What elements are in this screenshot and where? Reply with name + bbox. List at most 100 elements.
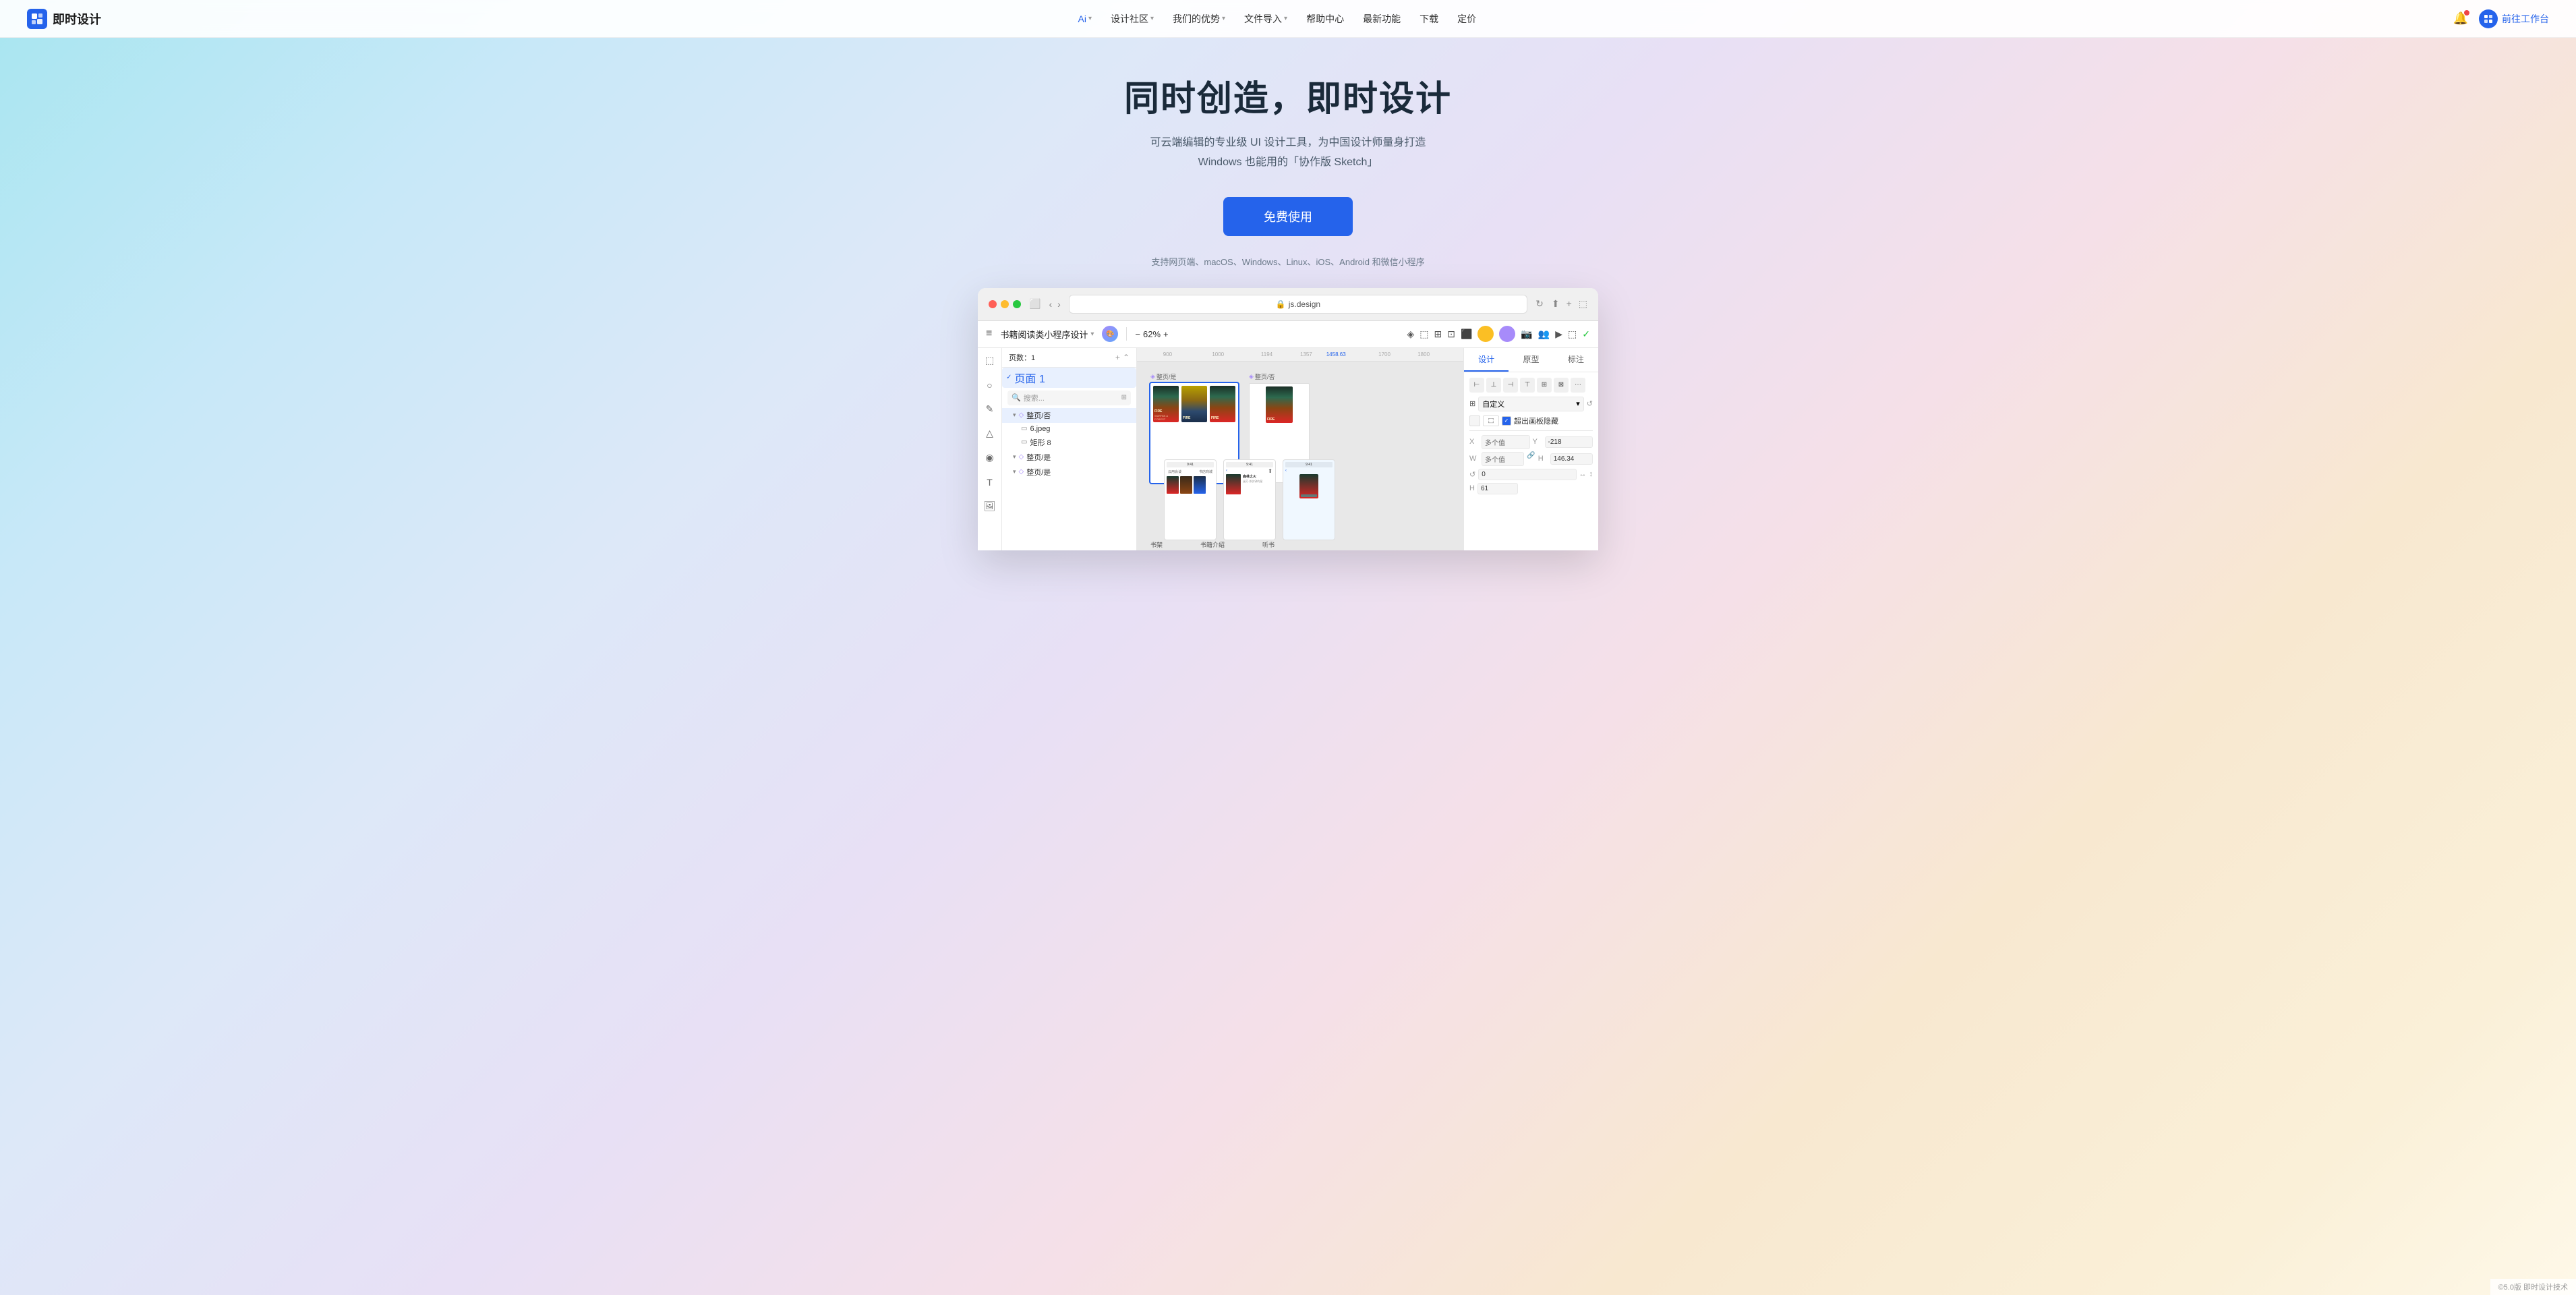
y-label: Y bbox=[1533, 438, 1544, 446]
check-circle-icon: ✓ bbox=[1582, 328, 1590, 340]
grid-icon[interactable]: ⊡ bbox=[1447, 328, 1455, 340]
collapse-icon[interactable]: ⌃ bbox=[1123, 353, 1130, 362]
layers-header-icons: + ⌃ bbox=[1115, 353, 1130, 362]
frame-bottom-labels: 书架 书籍介绍 听书 bbox=[1150, 540, 1275, 550]
align-bottom-btn[interactable]: ⊠ bbox=[1554, 378, 1569, 393]
share-icon[interactable]: ⬆ bbox=[1552, 298, 1560, 310]
nav-link-pricing[interactable]: 定价 bbox=[1457, 12, 1476, 26]
nav-link-help[interactable]: 帮助中心 bbox=[1306, 12, 1344, 26]
book-detail: 森林之火 迷茫·拟仿钟的星 bbox=[1226, 474, 1273, 494]
sidebar-circle-icon[interactable]: ○ bbox=[983, 378, 997, 393]
y-input[interactable]: -218 bbox=[1545, 436, 1593, 448]
user-avatar-1 bbox=[1477, 326, 1494, 342]
book-cover-frame2: FIRE bbox=[1266, 386, 1293, 423]
h2-input[interactable]: 61 bbox=[1477, 483, 1518, 494]
chevron-down-icon: ▾ bbox=[1576, 399, 1580, 408]
sidebar-pen-icon[interactable]: ✎ bbox=[983, 402, 997, 417]
mobile-frame-tingshu: 9:41 ‹ bbox=[1283, 459, 1335, 540]
layer-item[interactable]: ▾ ◇ 整页/是 bbox=[1002, 465, 1136, 480]
toolbar-right: ◈ ⬚ ⊞ ⊡ ⬛ 📷 👥 ▶ ⬚ ✓ bbox=[1407, 326, 1590, 342]
back-btn-3: ‹ bbox=[1285, 469, 1333, 473]
link-icon[interactable]: 🔗 bbox=[1527, 452, 1535, 466]
sidebar-image-icon[interactable]: 🖼 bbox=[983, 499, 997, 514]
zoom-minus[interactable]: − bbox=[1135, 329, 1140, 339]
zoom-plus[interactable]: + bbox=[1163, 329, 1169, 339]
add-tab-icon[interactable]: + bbox=[1567, 298, 1572, 310]
reset-icon[interactable]: ↺ bbox=[1587, 399, 1593, 408]
align-left-btn[interactable]: ⊢ bbox=[1469, 378, 1484, 393]
filter-icon[interactable]: ⊞ bbox=[1121, 394, 1127, 401]
project-name-text: 书籍阅读类小程序设计 bbox=[1000, 328, 1088, 341]
clip-toggle[interactable]: ⬚ bbox=[1483, 415, 1499, 426]
book-covers-row: FIRE WWIFBK A FOREST FIRE FIRE bbox=[1153, 386, 1235, 422]
nav-link-advantages[interactable]: 我们的优势 ▾ bbox=[1173, 12, 1225, 26]
address-bar[interactable]: 🔒 js.design bbox=[1069, 295, 1527, 314]
frame-name-2: 整页/否 bbox=[1255, 372, 1275, 381]
frame-icon[interactable]: ⬛ bbox=[1461, 328, 1472, 340]
bell-icon[interactable]: 🔔 bbox=[2453, 11, 2468, 26]
page-item-1[interactable]: ✓ 页面 1 bbox=[1002, 368, 1136, 388]
layer-item[interactable]: ▾ ◇ 整页/否 bbox=[1002, 408, 1136, 423]
h-input[interactable]: 146.34 bbox=[1550, 453, 1593, 465]
sidebar-move-icon[interactable]: ⬚ bbox=[983, 353, 997, 368]
cta-button[interactable]: 免费使用 bbox=[1223, 197, 1353, 236]
nav-link-import-label: 文件导入 bbox=[1244, 12, 1282, 26]
align-vcenter-btn[interactable]: ⊞ bbox=[1537, 378, 1552, 393]
layer-item[interactable]: ▭ 矩形 8 bbox=[1002, 435, 1136, 450]
nav-link-advantages-label: 我们的优势 bbox=[1173, 12, 1220, 26]
rotation-input[interactable]: 0 bbox=[1478, 469, 1576, 480]
rotation-value: 0 bbox=[1482, 471, 1486, 478]
menu-icon[interactable]: ≡ bbox=[986, 328, 992, 340]
nav-link-community[interactable]: 设计社区 ▾ bbox=[1111, 12, 1154, 26]
nav-link-download[interactable]: 下载 bbox=[1419, 12, 1438, 26]
sidebar-fill-icon[interactable]: ◉ bbox=[983, 451, 997, 465]
w-input[interactable]: 多个值 bbox=[1482, 452, 1524, 466]
align-center-btn[interactable]: ⊥ bbox=[1486, 378, 1501, 393]
align-more-btn[interactable]: ⋯ bbox=[1571, 378, 1585, 393]
component-icon[interactable]: ⊞ bbox=[1434, 328, 1442, 340]
chevron-down-icon: ▾ bbox=[1150, 15, 1154, 22]
sidebar-text-icon[interactable]: T bbox=[983, 475, 997, 490]
x-input[interactable]: 多个值 bbox=[1482, 435, 1530, 449]
frame-label-2: ◈ 整页/否 bbox=[1249, 372, 1310, 381]
forward-icon[interactable]: › bbox=[1057, 299, 1061, 310]
reload-icon[interactable]: ↻ bbox=[1535, 298, 1544, 310]
xy-row: X 多个值 Y -218 bbox=[1469, 435, 1593, 449]
back-icon[interactable]: ‹ bbox=[1049, 299, 1052, 310]
right-panel: 设计 原型 标注 ⊢ ⊥ ⊣ ⊤ ⊞ ⊠ ⋯ bbox=[1463, 348, 1598, 550]
frame-bottom-1: 书架 bbox=[1150, 540, 1163, 549]
align-top-btn[interactable]: ⊤ bbox=[1520, 378, 1535, 393]
layers-search[interactable]: 🔍 搜索... ⊞ bbox=[1007, 391, 1131, 405]
layer-item[interactable]: ▾ ◇ 整页/是 bbox=[1002, 450, 1136, 465]
nav-link-import[interactable]: 文件导入 ▾ bbox=[1244, 12, 1287, 26]
share-toolbar-icon[interactable]: ⬚ bbox=[1568, 328, 1577, 340]
flip-h-icon[interactable]: ↔ bbox=[1579, 470, 1587, 478]
tab-annotation[interactable]: 标注 bbox=[1554, 348, 1598, 372]
nav-link-features[interactable]: 最新功能 bbox=[1363, 12, 1401, 26]
project-name[interactable]: 书籍阅读类小程序设计 ▾ bbox=[1000, 328, 1094, 341]
nav-link-ai[interactable]: Ai ▾ bbox=[1078, 13, 1092, 24]
play-icon[interactable]: ▶ bbox=[1555, 328, 1562, 340]
users-icon[interactable]: 👥 bbox=[1538, 328, 1550, 340]
align-right-btn[interactable]: ⊣ bbox=[1503, 378, 1518, 393]
tab-design[interactable]: 设计 bbox=[1464, 348, 1509, 372]
sidebar-triangle-icon[interactable]: △ bbox=[983, 426, 997, 441]
nav-logo[interactable]: 即时设计 bbox=[27, 9, 101, 29]
zoom-control[interactable]: − 62% + bbox=[1135, 329, 1168, 339]
camera-icon[interactable]: 📷 bbox=[1521, 328, 1532, 340]
check-icon: ✓ bbox=[1006, 374, 1012, 381]
custom-dropdown[interactable]: 自定义 ▾ bbox=[1478, 397, 1584, 411]
tab-prototype[interactable]: 原型 bbox=[1509, 348, 1553, 372]
overflow-checkbox[interactable]: ✓ bbox=[1502, 416, 1511, 426]
checkbox-empty[interactable] bbox=[1469, 415, 1480, 426]
nav-bar: 云用会谈 书店商城 bbox=[1167, 469, 1214, 475]
layer-icon[interactable]: ⬚ bbox=[1419, 328, 1428, 340]
vector-icon[interactable]: ◈ bbox=[1407, 328, 1414, 340]
workspace-button[interactable]: 前往工作台 bbox=[2479, 9, 2549, 28]
windows-icon[interactable]: ⬚ bbox=[1579, 298, 1587, 310]
flip-v-icon[interactable]: ↕ bbox=[1589, 470, 1593, 478]
canvas-area[interactable]: 900 1000 1194 1357 1458.63 1700 1800 bbox=[1137, 348, 1463, 550]
add-page-icon[interactable]: + bbox=[1115, 353, 1120, 362]
search-placeholder: 搜索... bbox=[1024, 393, 1045, 403]
layer-item[interactable]: ▭ 6.jpeg bbox=[1002, 423, 1136, 435]
